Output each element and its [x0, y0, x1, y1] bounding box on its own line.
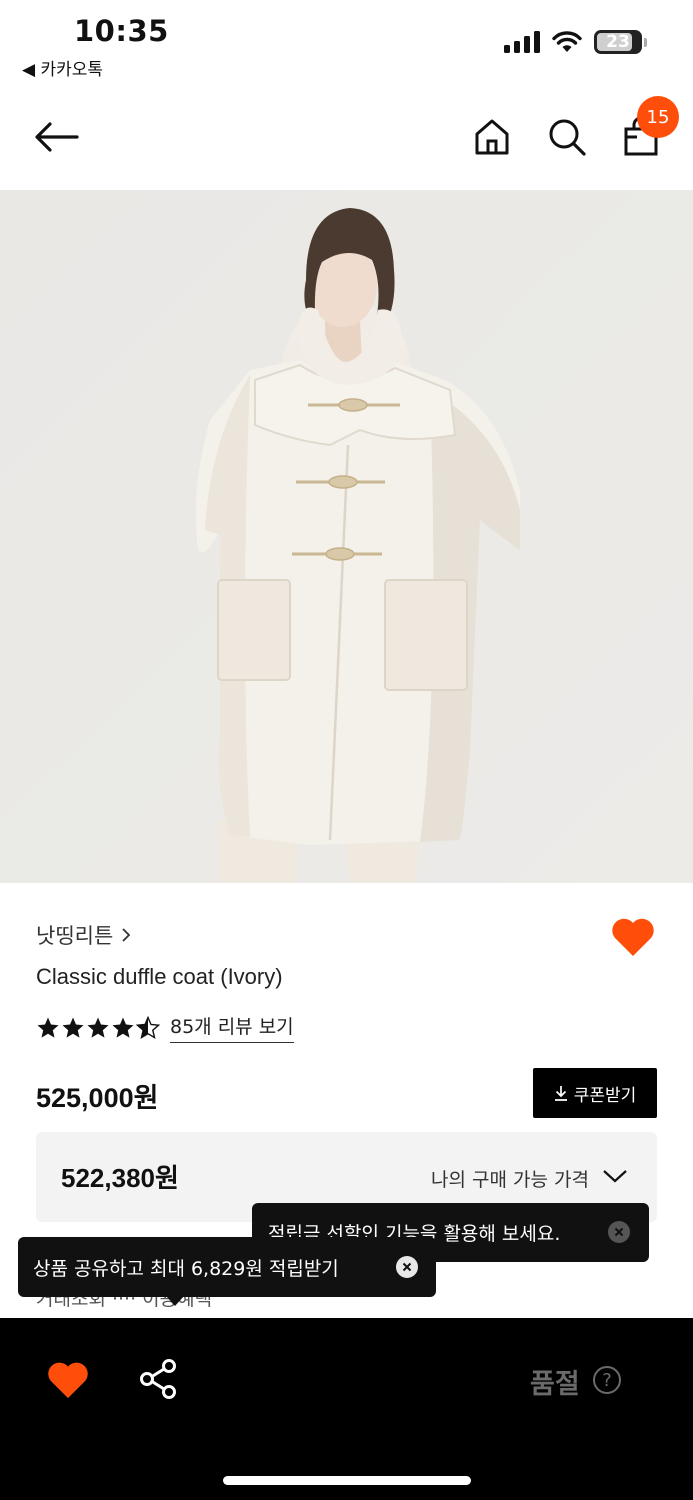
review-link[interactable]: 85개 리뷰 보기 [170, 1012, 294, 1043]
coupon-label: 쿠폰받기 [573, 1085, 637, 1106]
cellular-signal-icon [504, 31, 540, 53]
status-bar: 10:35 ◀ 카카오톡 23 [0, 0, 693, 90]
home-icon [475, 119, 509, 155]
home-indicator[interactable] [223, 1476, 471, 1485]
product-image[interactable] [0, 190, 693, 883]
star-rating [36, 1015, 160, 1040]
brand-link[interactable]: 낫띵리튼 [36, 920, 131, 950]
share-tooltip: 상품 공유하고 최대 6,829원 적립받기 [18, 1237, 436, 1306]
back-arrow-icon [35, 122, 79, 152]
bottom-wishlist-button[interactable] [46, 1360, 90, 1400]
close-icon [614, 1227, 624, 1237]
star-icon [87, 1017, 109, 1038]
wifi-icon [552, 31, 582, 52]
original-price: 525,000원 [36, 1083, 159, 1113]
close-icon [402, 1262, 412, 1272]
tooltip-pointer [166, 1296, 184, 1306]
status-time: 10:35 [74, 14, 169, 48]
chevron-down-icon [603, 1170, 627, 1183]
bottom-action-bar: 품절 ? [0, 1318, 693, 1500]
home-button[interactable] [468, 110, 516, 164]
cart-count-badge: 15 [637, 96, 679, 138]
search-icon [549, 119, 586, 156]
star-icon [62, 1017, 84, 1038]
share-icon [140, 1359, 176, 1399]
product-name: Classic duffle coat (Ivory) [36, 964, 283, 989]
star-icon [112, 1017, 134, 1038]
points-tooltip-close-button[interactable] [608, 1221, 630, 1243]
brand-name: 낫띵리튼 [36, 924, 114, 948]
help-icon[interactable]: ? [593, 1366, 621, 1394]
heart-icon [48, 1362, 88, 1399]
heart-icon [612, 918, 654, 956]
wishlist-button[interactable] [610, 916, 656, 962]
product-photo [0, 190, 693, 883]
top-navigation [0, 90, 693, 190]
rating-row: 85개 리뷰 보기 [36, 1012, 294, 1043]
share-tooltip-text: 상품 공유하고 최대 6,829원 적립받기 [33, 1257, 339, 1280]
back-button[interactable] [30, 112, 84, 162]
download-icon [554, 1086, 567, 1101]
soldout-label: 품절 [530, 1369, 580, 1400]
battery-icon: 23 [594, 30, 642, 54]
star-icon [37, 1017, 59, 1038]
my-price-value: 522,380원 [61, 1163, 179, 1193]
coupon-button[interactable]: 쿠폰받기 [533, 1068, 657, 1118]
my-price-label: 나의 구매 가능 가격 [431, 1169, 589, 1191]
half-star-icon [136, 1015, 160, 1039]
status-icons: 23 [504, 30, 647, 54]
share-tooltip-close-button[interactable] [396, 1256, 418, 1278]
search-button[interactable] [542, 110, 592, 164]
share-button[interactable] [138, 1358, 180, 1400]
chevron-right-icon [122, 928, 131, 942]
return-to-app-link[interactable]: ◀ 카카오톡 [22, 55, 103, 80]
battery-level: 23 [606, 32, 630, 52]
